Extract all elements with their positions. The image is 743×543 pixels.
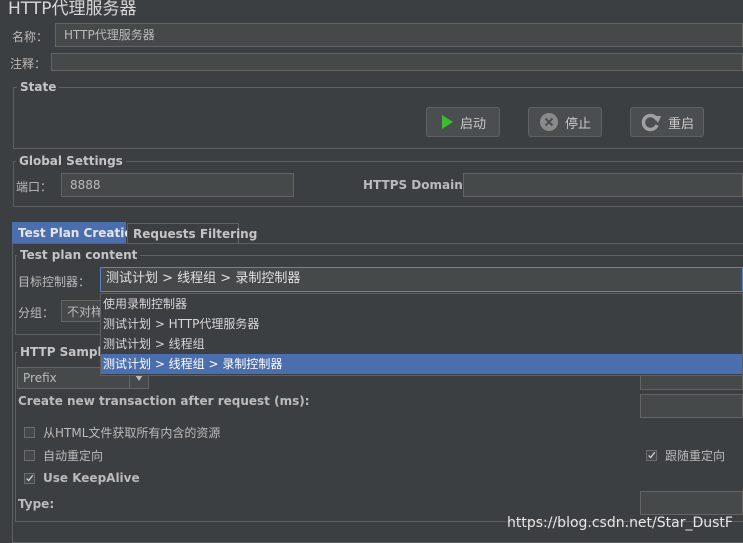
watermark: https://blog.csdn.net/Star_DustF (507, 515, 733, 531)
checkbox-box[interactable] (24, 472, 35, 484)
checkbox-box[interactable] (24, 450, 35, 461)
target-controller-dropdown: 使用录制控制器 测试计划 > HTTP代理服务器 测试计划 > 线程组 测试计划… (100, 293, 743, 376)
https-domains-input[interactable] (463, 173, 743, 197)
stop-label: 停止 (564, 116, 591, 132)
use-keepalive-checkbox[interactable]: Use KeepAlive (24, 471, 140, 485)
restart-button[interactable]: 重启 (630, 107, 704, 137)
target-controller-label: 目标控制器： (18, 275, 91, 289)
tab-test-plan-creation[interactable]: Test Plan Creation (12, 222, 141, 244)
port-input[interactable]: 8888 (61, 173, 294, 197)
grouping-select[interactable]: 不对样 (61, 300, 105, 322)
name-input[interactable]: HTTP代理服务器 (55, 23, 743, 47)
test-plan-content-title: Test plan content (17, 248, 141, 262)
restart-icon (640, 112, 662, 132)
start-label: 启动 (459, 116, 486, 132)
stop-icon (539, 112, 559, 132)
follow-redirect-label: 跟随重定向 (665, 449, 726, 463)
retrieve-resources-checkbox[interactable]: 从HTML文件获取所有内含的资源 (24, 424, 220, 441)
checkbox-box[interactable] (24, 427, 35, 438)
retrieve-resources-label: 从HTML文件获取所有内含的资源 (43, 426, 221, 440)
check-icon (26, 474, 34, 482)
comment-label: 注释： (10, 57, 47, 71)
stop-button[interactable]: 停止 (528, 107, 602, 137)
https-domains-label: HTTPS Domains: (363, 178, 475, 192)
global-settings-title: Global Settings (16, 154, 126, 168)
dropdown-option[interactable]: 测试计划 > HTTP代理服务器 (101, 314, 742, 334)
type-input[interactable] (640, 491, 743, 515)
follow-redirect-checkbox[interactable]: 跟随重定向 (646, 447, 725, 464)
start-button[interactable]: 启动 (426, 107, 500, 137)
type-label: Type: (18, 497, 55, 511)
dropdown-option[interactable]: 使用录制控制器 (101, 294, 742, 314)
use-keepalive-label: Use KeepAlive (43, 471, 140, 485)
transaction-label: Create new transaction after request (ms… (18, 394, 310, 408)
target-controller-select[interactable]: 测试计划 > 线程组 > 录制控制器 (100, 267, 743, 292)
prefix-value: Prefix (23, 371, 57, 385)
auto-redirect-checkbox[interactable]: 自动重定向 (24, 447, 103, 464)
dropdown-option-selected[interactable]: 测试计划 > 线程组 > 录制控制器 (101, 354, 742, 374)
comment-input[interactable] (51, 53, 743, 71)
restart-label: 重启 (667, 116, 694, 132)
dropdown-option[interactable]: 测试计划 > 线程组 (101, 334, 742, 354)
check-icon (648, 451, 656, 459)
auto-redirect-label: 自动重定向 (43, 449, 104, 463)
state-title: State (17, 80, 60, 94)
tab-requests-filtering[interactable]: Requests Filtering (127, 223, 257, 244)
name-label: 名称： (12, 30, 49, 44)
port-label: 端口： (16, 180, 53, 194)
play-icon (440, 114, 454, 130)
transaction-input[interactable] (640, 394, 743, 418)
grouping-label: 分组： (18, 306, 55, 320)
window-title: HTTP代理服务器 (8, 0, 137, 19)
checkbox-box[interactable] (646, 450, 657, 461)
